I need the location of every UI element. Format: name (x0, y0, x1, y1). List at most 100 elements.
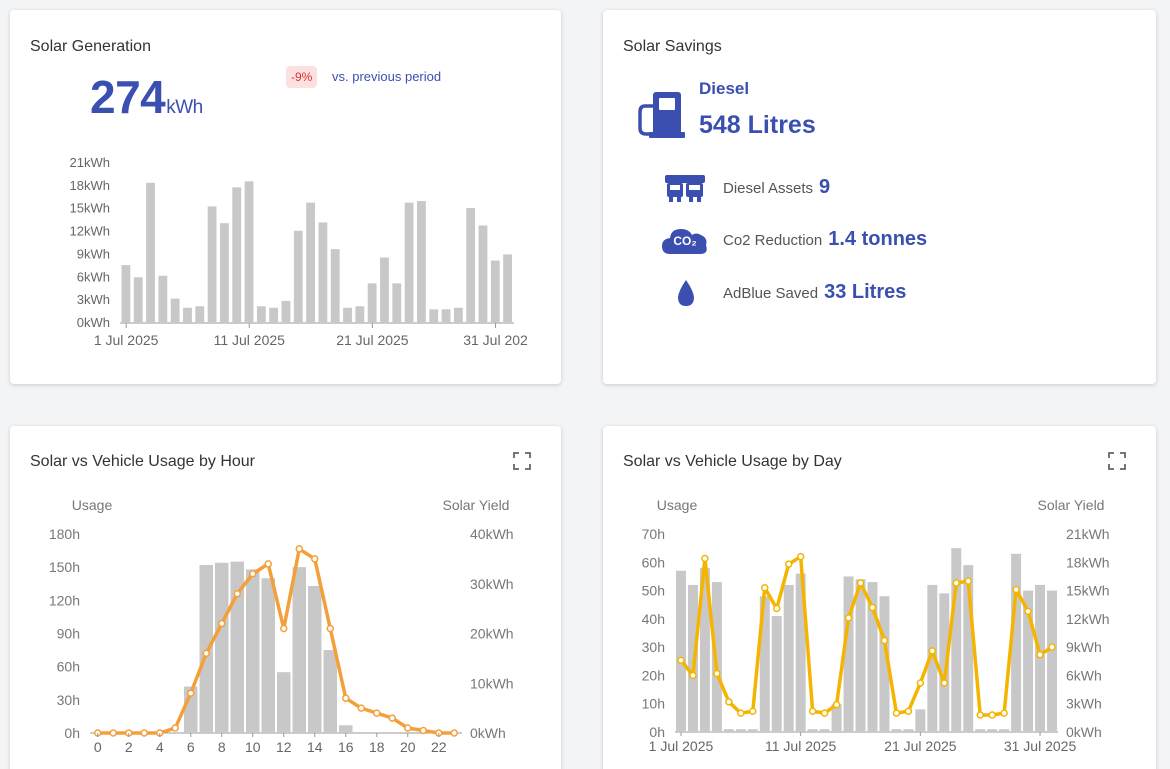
usage-bar (676, 570, 686, 732)
usage-bar (975, 729, 986, 732)
usage-bar (735, 729, 746, 732)
x-tick-label: 21 Jul 2025 (336, 332, 409, 348)
solar-yield-point (342, 694, 350, 702)
usage-bar (292, 567, 306, 733)
diesel-assets-value: 9 (819, 176, 831, 198)
x-tick-label: 1 Jul 2025 (649, 738, 714, 754)
x-tick-label: 22 (431, 739, 447, 755)
solar-yield-point (1000, 709, 1008, 717)
usage-bar (246, 569, 260, 733)
x-tick-label: 31 Jul 202 (463, 332, 528, 348)
solar-yield-point (916, 679, 925, 687)
usage-bar (951, 548, 962, 732)
solar-yield-point (326, 624, 334, 633)
bar (429, 309, 439, 323)
x-tick-label: 8 (218, 739, 226, 755)
bar (367, 283, 377, 323)
x-tick-label: 2 (125, 739, 133, 755)
solar-yield-point (311, 555, 319, 563)
solar-yield-point (264, 560, 272, 568)
bar (232, 187, 242, 323)
truck-fleet-icon (665, 175, 705, 202)
usage-by-hour-chart: Usage Solar Yield 0h 30h 60h 90h 120h 150h 180h 0… (49, 497, 514, 755)
x-tick-label: 12 (276, 739, 292, 755)
bar (281, 300, 291, 323)
y-tick-label: 60h (57, 659, 80, 675)
adblue-saved-value: 33 Litres (824, 281, 907, 303)
bar (355, 306, 365, 323)
bar (256, 306, 266, 323)
solar-yield-point (844, 614, 853, 622)
solar-yield-point (450, 729, 458, 737)
co2-cloud-icon: CO₂ (660, 224, 710, 258)
generation-bar-chart: 0kWh 3kWh 6kWh 9kWh 12kWh 15kWh 18kWh 21kWh 1 Ju… (70, 155, 529, 348)
usage-bar (1035, 584, 1046, 732)
y-tick-label: 30h (57, 692, 80, 708)
x-tick-label: 18 (369, 739, 385, 755)
bar (478, 225, 488, 323)
y-tick-label: 0kWh (77, 315, 110, 330)
y-tick-label: 180h (49, 526, 80, 542)
usage-bar (277, 672, 291, 733)
bar (146, 182, 155, 323)
usage-bar (323, 650, 337, 733)
y2-axis-title: Solar Yield (1038, 497, 1105, 513)
solar-yield-point (808, 707, 817, 716)
x-tick-label: 10 (245, 739, 261, 755)
solar-yield-point (820, 709, 829, 717)
x-tick-label: 31 Jul 2025 (1004, 738, 1077, 754)
y-tick-label: 70h (642, 526, 665, 542)
bar (195, 306, 205, 323)
bar (453, 307, 463, 323)
solar-yield-point (749, 707, 757, 716)
x-tick-label: 14 (307, 739, 323, 755)
y-tick-label: 3kWh (77, 292, 110, 307)
y-tick-label: 120h (49, 592, 80, 608)
y-tick-label: 0h (64, 725, 80, 741)
solar-yield-point (295, 545, 303, 553)
x-tick-label: 21 Jul 2025 (884, 738, 957, 754)
usage-bar (855, 579, 866, 732)
bar (466, 207, 476, 323)
solar-yield-point (737, 709, 745, 717)
solar-generation-card: Solar Generation 274kWh -9% vs. previous… (10, 10, 561, 384)
solar-savings-title: Solar Savings (623, 38, 722, 55)
y2-tick-label: 0kWh (470, 725, 506, 741)
usage-by-day-card: Solar vs Vehicle Usage by Day Usage Solar… (603, 426, 1156, 769)
bar (380, 257, 389, 323)
bar (133, 277, 143, 323)
usage-bar (723, 729, 734, 732)
solar-yield-point (964, 577, 972, 585)
y-axis-title: Usage (657, 497, 698, 513)
usage-bar (903, 729, 914, 732)
solar-yield-point (892, 709, 901, 717)
y2-tick-label: 15kWh (1066, 583, 1110, 599)
solar-yield-point (249, 570, 257, 578)
x-tick-label: 6 (187, 739, 195, 755)
usage-bar (999, 729, 1010, 732)
solar-yield-point (796, 552, 805, 561)
usage-bar (915, 709, 926, 732)
x-tick-label: 20 (400, 739, 416, 755)
bar (306, 202, 315, 323)
fuel-pump-icon (638, 92, 685, 138)
solar-yield-point (904, 707, 913, 716)
usage-bar (308, 585, 322, 733)
x-tick-label: 1 Jul 2025 (94, 332, 159, 348)
solar-yield-point (280, 624, 288, 633)
solar-savings-card: Solar Savings Diesel 548 Litres Diesel A… (603, 10, 1156, 384)
bar (170, 298, 180, 323)
solar-yield-point (880, 636, 889, 645)
solar-yield-point (233, 589, 241, 598)
x-tick-label: 16 (338, 739, 354, 755)
solar-yield-point (677, 656, 685, 665)
y-tick-label: 40h (642, 611, 665, 627)
usage-bar (339, 725, 353, 733)
solar-yield-point (856, 579, 865, 587)
usage-bar (771, 616, 782, 732)
solar-yield-point (202, 649, 210, 658)
solar-yield-point (218, 619, 226, 628)
fuel-type-label: Diesel (699, 79, 750, 98)
solar-yield-point (761, 583, 769, 592)
solar-yield-line (97, 547, 455, 735)
